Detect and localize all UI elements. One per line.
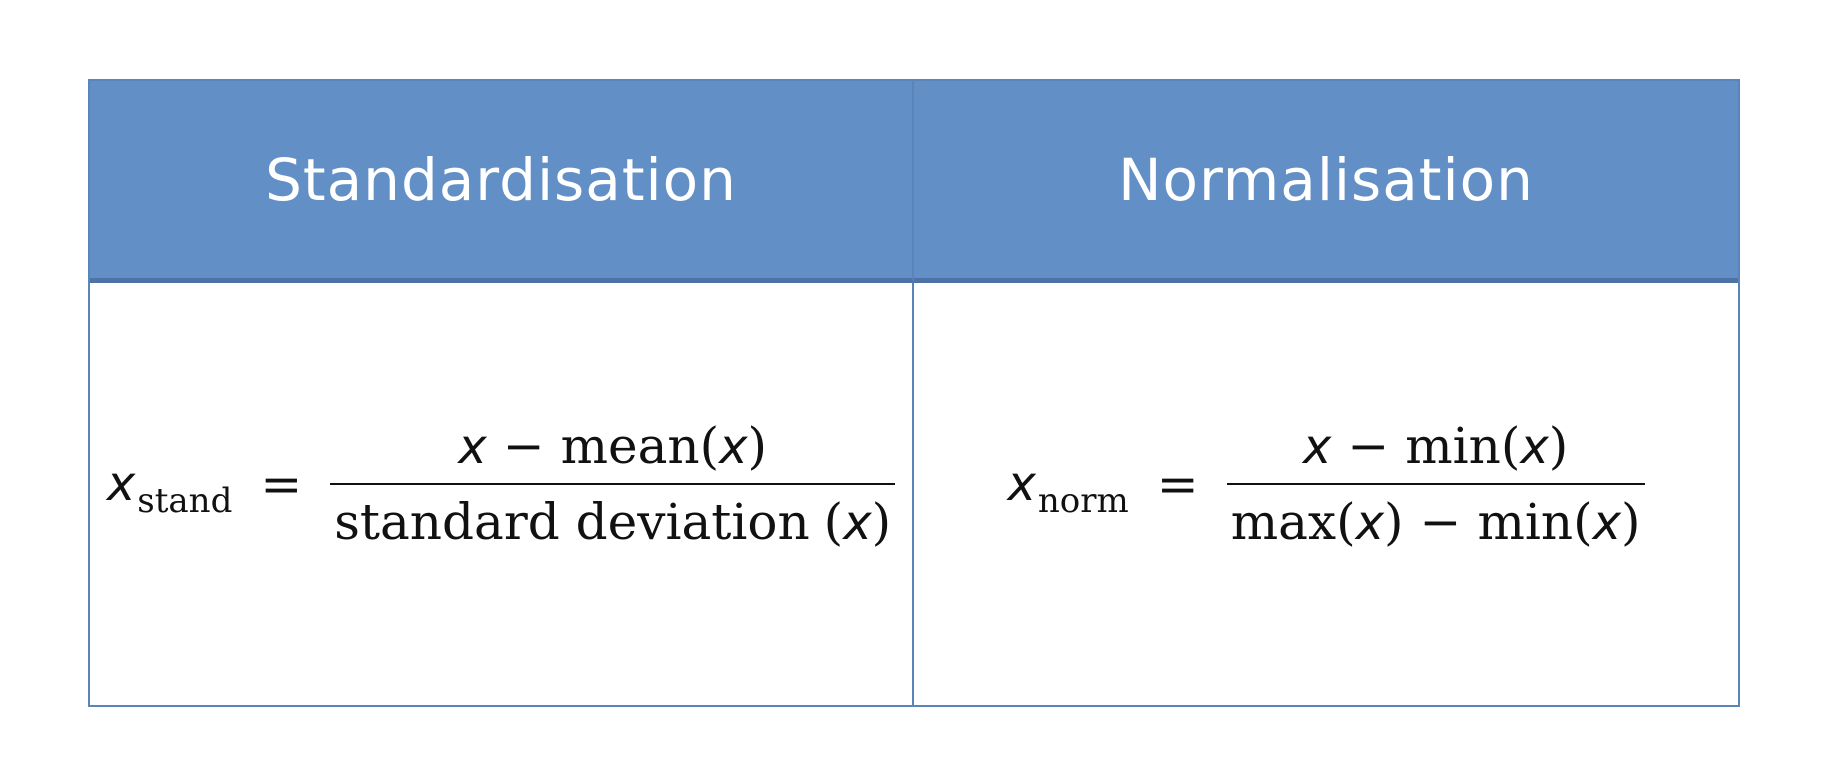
mean-argument: x (719, 419, 748, 475)
left-paren: ( (1336, 493, 1356, 551)
right-paren: ) (747, 417, 768, 475)
normalisation-fraction: x − min(x) max(x) − min(x) (1226, 417, 1645, 551)
min-argument: x (1592, 495, 1621, 551)
std-dev-text: standard deviation (334, 493, 810, 551)
standardisation-denominator: standard deviation(x) (330, 485, 895, 551)
left-paren: ( (1573, 493, 1593, 551)
left-paren: ( (699, 417, 720, 475)
standardisation-formula: x stand = x − mean(x) standard deviation(… (106, 417, 896, 551)
normalisation-lhs: x norm (1007, 456, 1129, 521)
max-function: max (1230, 493, 1337, 551)
header-normalisation: Normalisation (914, 81, 1738, 283)
lhs-variable: x (106, 456, 136, 512)
std-dev-argument: x (843, 495, 872, 551)
numerator-variable: x (458, 419, 487, 475)
minus-sign: − (1419, 493, 1462, 551)
cell-standardisation-formula: x stand = x − mean(x) standard deviation(… (90, 283, 914, 705)
normalisation-numerator: x − min(x) (1299, 417, 1572, 483)
mean-function: mean (560, 417, 700, 475)
standardisation-fraction: x − mean(x) standard deviation(x) (330, 417, 896, 551)
normalisation-denominator: max(x) − min(x) (1227, 485, 1645, 551)
standardisation-numerator: x − mean(x) (454, 417, 771, 483)
left-paren: ( (1500, 417, 1521, 475)
numerator-variable: x (1302, 419, 1332, 475)
max-argument: x (1355, 495, 1385, 551)
equals-sign: = (260, 455, 303, 513)
lhs-variable: x (1007, 456, 1036, 512)
right-paren: ) (1620, 493, 1641, 551)
lhs-subscript: norm (1037, 481, 1129, 521)
header-normalisation-label: Normalisation (1118, 145, 1534, 214)
min-function: min (1477, 493, 1574, 551)
equals-sign: = (1156, 455, 1199, 513)
minus-sign: − (502, 417, 545, 475)
lhs-subscript: stand (137, 481, 233, 521)
standardisation-lhs: x stand (106, 456, 232, 521)
min-function: min (1405, 417, 1501, 475)
min-argument: x (1520, 419, 1549, 475)
normalisation-formula: x norm = x − min(x) max(x) − min(x) (1008, 417, 1645, 551)
header-standardisation: Standardisation (90, 81, 914, 283)
right-paren: ) (1384, 493, 1404, 551)
right-paren: ) (1548, 417, 1569, 475)
right-paren: ) (871, 493, 892, 551)
minus-sign: − (1347, 417, 1390, 475)
comparison-table: Standardisation Normalisation x stand = x… (88, 79, 1740, 707)
header-standardisation-label: Standardisation (265, 145, 737, 214)
left-paren: ( (823, 493, 844, 551)
cell-normalisation-formula: x norm = x − min(x) max(x) − min(x) (914, 283, 1738, 705)
